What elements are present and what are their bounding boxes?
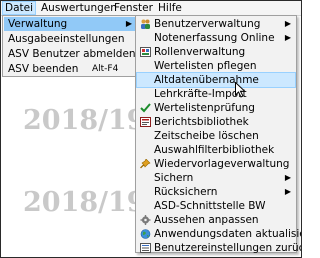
- menu-item-anwendungsdaten-aktualisieren[interactable]: Anwendungsdaten aktualisieren: [137, 227, 301, 241]
- menu-item-berichtsbibliothek[interactable]: Berichtsbibliothek: [137, 115, 295, 129]
- menu-item-benutzereinstellungen-zuruecksetzen[interactable]: Benutzereinstellungen zurücksetzen: [137, 241, 301, 255]
- menu-item-wiedervorlageverwaltung[interactable]: Wiedervorlageverwaltung: [137, 157, 295, 171]
- submenu-arrow-icon: ▶: [284, 187, 291, 196]
- verwaltung-submenu: Benutzerverwaltung ▶ Notenerfassung Onli…: [135, 15, 301, 255]
- submenu-arrow-icon: ▶: [284, 19, 291, 28]
- watermark-text: 2018/19: [23, 187, 146, 218]
- menu-item-wertelistenpruefung[interactable]: Wertelistenprüfung: [137, 101, 295, 115]
- menu-item-auswahlfilterbibliothek[interactable]: Auswahlfilterbibliothek: [137, 143, 295, 157]
- menu-item-asv-benutzer-abmelden[interactable]: ASV Benutzer abmelden: [4, 47, 136, 61]
- reset-settings-icon: [140, 243, 151, 253]
- menu-item-verwaltung[interactable]: Verwaltung ▶: [4, 17, 135, 31]
- menu-item-asd-schnittstelle-bw[interactable]: ASD-Schnittstelle BW: [137, 199, 295, 213]
- datei-menu: Verwaltung ▶ Ausgabeeinstellungen ASV Be…: [2, 15, 137, 77]
- menu-item-altdatenuebernahme[interactable]: Altdatenübernahme: [136, 72, 296, 88]
- menu-item-lehrkraefte-import[interactable]: Lehrkräfte-Import: [137, 87, 295, 101]
- menu-item-ausgabeeinstellungen[interactable]: Ausgabeeinstellungen: [4, 32, 135, 46]
- menu-item-ruecksichern[interactable]: Rücksichern ▶: [137, 185, 295, 199]
- checkmark-icon: [140, 103, 151, 113]
- menu-item-wertelisten-pflegen[interactable]: Wertelisten pflegen: [137, 59, 295, 73]
- menu-item-aussehen-anpassen[interactable]: Aussehen anpassen: [137, 213, 295, 227]
- submenu-arrow-icon: ▶: [284, 33, 291, 42]
- menu-hilfe[interactable]: Hilfe: [156, 2, 184, 14]
- mouse-cursor-icon: [235, 81, 247, 101]
- submenu-arrow-icon: ▶: [284, 173, 291, 182]
- menu-item-asv-beenden[interactable]: ASV beenden Alt-F4: [4, 62, 135, 76]
- menu-item-zeitscheibe-loeschen[interactable]: Zeitscheibe löschen: [137, 129, 295, 143]
- menu-item-sichern[interactable]: Sichern ▶: [137, 171, 295, 185]
- submenu-arrow-icon: ▶: [125, 19, 132, 28]
- menu-datei[interactable]: Datei: [1, 1, 37, 15]
- pin-icon: [140, 158, 151, 169]
- report-library-icon: [140, 117, 151, 127]
- globe-icon: [140, 229, 151, 239]
- application-window: 2018/19 2018/19 Datei Auswertungen Fenst…: [0, 0, 302, 258]
- menu-item-rollenverwaltung[interactable]: Rollenverwaltung: [137, 45, 295, 59]
- users-icon: [140, 19, 151, 29]
- menu-fenster[interactable]: Fenster: [112, 2, 155, 14]
- gear-icon: [140, 215, 151, 225]
- shortcut-label: Alt-F4: [92, 64, 119, 74]
- menu-bar: Datei Auswertungen Fenster Hilfe: [1, 1, 301, 16]
- roles-icon: [140, 47, 151, 57]
- menu-auswertungen[interactable]: Auswertungen: [39, 2, 119, 14]
- menu-item-benutzerverwaltung[interactable]: Benutzerverwaltung ▶: [137, 17, 295, 31]
- watermark-text: 2018/19: [23, 105, 146, 136]
- menu-item-notenerfassung-online[interactable]: Notenerfassung Online ▶: [137, 31, 295, 45]
